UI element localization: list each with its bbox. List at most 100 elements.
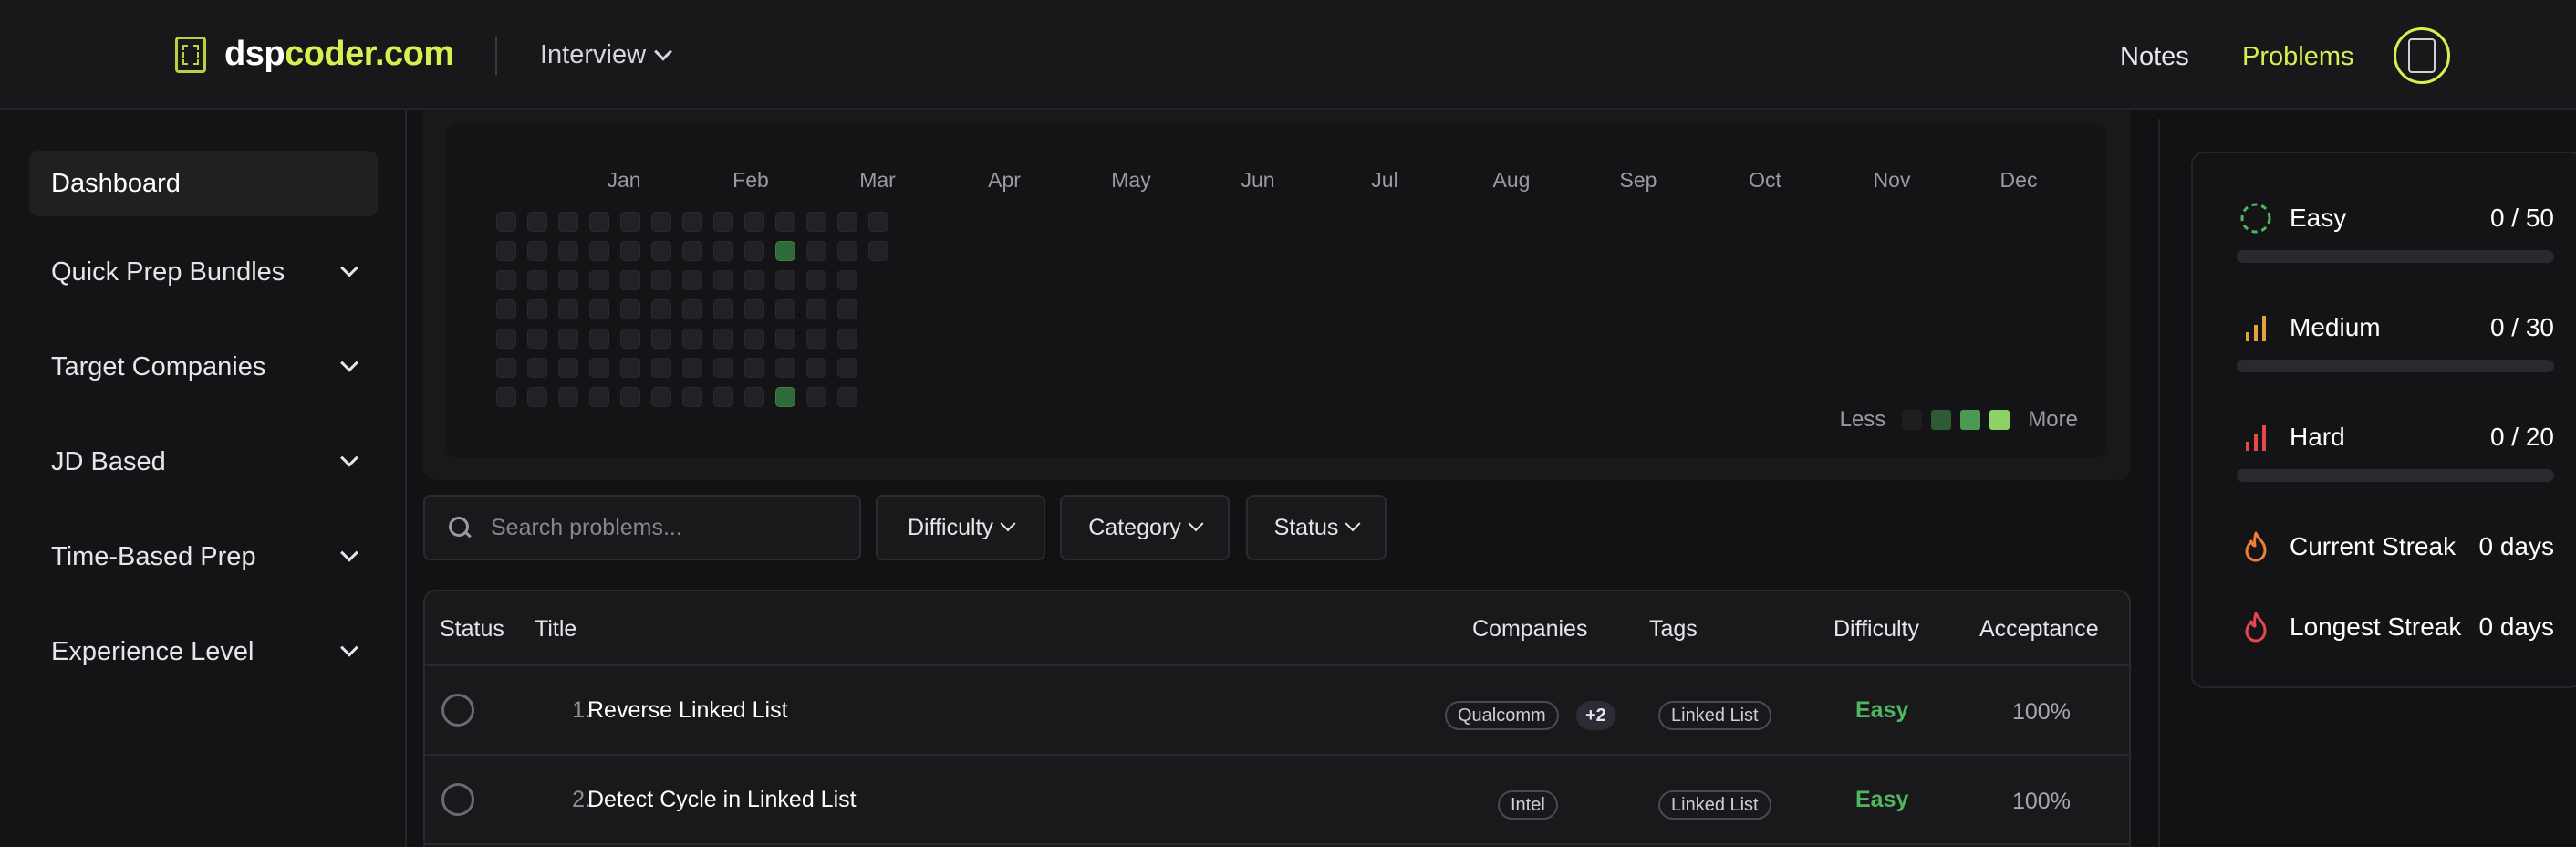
heatmap-cell[interactable] [806, 358, 826, 378]
heatmap-cell[interactable] [496, 387, 516, 407]
problem-title[interactable]: Reverse Linked List [587, 697, 788, 724]
heatmap-cell[interactable] [837, 329, 857, 349]
heatmap-cell[interactable] [651, 329, 671, 349]
heatmap-cell[interactable] [589, 270, 609, 290]
heatmap-cell[interactable] [558, 329, 578, 349]
heatmap-cell[interactable] [868, 241, 888, 261]
table-row[interactable]: 2. Detect Cycle in Linked List Intel Lin… [425, 756, 2129, 845]
heatmap-cell[interactable] [558, 212, 578, 232]
heatmap-cell[interactable] [527, 329, 547, 349]
heatmap-cell[interactable] [775, 212, 795, 232]
heatmap-cell[interactable] [775, 329, 795, 349]
heatmap-cell[interactable] [775, 387, 795, 407]
heatmap-cell[interactable] [744, 329, 764, 349]
heatmap-cell[interactable] [682, 329, 702, 349]
heatmap-cell[interactable] [837, 241, 857, 261]
problem-title[interactable]: Detect Cycle in Linked List [587, 787, 857, 813]
heatmap-cell[interactable] [682, 212, 702, 232]
heatmap-cell[interactable] [558, 270, 578, 290]
heatmap-cell[interactable] [837, 387, 857, 407]
avatar[interactable] [2394, 27, 2450, 84]
heatmap-cell[interactable] [620, 329, 640, 349]
heatmap-cell[interactable] [620, 387, 640, 407]
heatmap-cell[interactable] [558, 241, 578, 261]
heatmap-cell[interactable] [527, 299, 547, 319]
sidebar-item-time-based-prep[interactable]: Time-Based Prep [29, 524, 378, 590]
table-row[interactable]: 1. Reverse Linked List Qualcomm +2 Linke… [425, 666, 2129, 756]
heatmap-cell[interactable] [589, 212, 609, 232]
heatmap-cell[interactable] [713, 241, 733, 261]
heatmap-cell[interactable] [837, 270, 857, 290]
category-filter[interactable]: Category [1060, 495, 1230, 560]
heatmap-cell[interactable] [496, 241, 516, 261]
heatmap-cell[interactable] [775, 358, 795, 378]
heatmap-cell[interactable] [682, 270, 702, 290]
heatmap-cell[interactable] [744, 387, 764, 407]
heatmap-cell[interactable] [496, 212, 516, 232]
heatmap-cell[interactable] [589, 241, 609, 261]
sidebar-item-dashboard[interactable]: Dashboard [29, 151, 378, 216]
heatmap-cell[interactable] [496, 358, 516, 378]
heatmap-cell[interactable] [744, 270, 764, 290]
heatmap-cell[interactable] [527, 241, 547, 261]
heatmap-cell[interactable] [620, 241, 640, 261]
heatmap-cell[interactable] [806, 299, 826, 319]
col-tags[interactable]: Tags [1649, 616, 1698, 643]
search-input[interactable] [491, 514, 837, 541]
sidebar-item-target-companies[interactable]: Target Companies [29, 334, 378, 400]
heatmap-cell[interactable] [713, 212, 733, 232]
mode-dropdown[interactable]: Interview [540, 40, 672, 70]
heatmap-cell[interactable] [558, 358, 578, 378]
col-difficulty[interactable]: Difficulty [1833, 616, 1919, 643]
heatmap-cell[interactable] [496, 329, 516, 349]
heatmap-cell[interactable] [806, 241, 826, 261]
status-filter[interactable]: Status [1246, 495, 1387, 560]
heatmap-cell[interactable] [682, 387, 702, 407]
heatmap-cell[interactable] [806, 329, 826, 349]
heatmap-cell[interactable] [806, 387, 826, 407]
logo[interactable]: dspcoder.com [175, 35, 454, 74]
heatmap-cell[interactable] [589, 387, 609, 407]
col-companies[interactable]: Companies [1472, 616, 1587, 643]
heatmap-cell[interactable] [744, 241, 764, 261]
status-circle-icon[interactable] [441, 783, 474, 816]
heatmap-cell[interactable] [589, 358, 609, 378]
heatmap-cell[interactable] [775, 270, 795, 290]
search-box[interactable] [423, 495, 861, 560]
heatmap-cell[interactable] [713, 358, 733, 378]
heatmap-cell[interactable] [744, 299, 764, 319]
heatmap-cell[interactable] [868, 212, 888, 232]
heatmap-cell[interactable] [527, 212, 547, 232]
heatmap-cell[interactable] [744, 212, 764, 232]
heatmap-cell[interactable] [651, 387, 671, 407]
heatmap-cell[interactable] [837, 212, 857, 232]
heatmap-cell[interactable] [806, 270, 826, 290]
heatmap-cell[interactable] [589, 329, 609, 349]
heatmap-cell[interactable] [713, 387, 733, 407]
heatmap-cell[interactable] [744, 358, 764, 378]
nav-notes-link[interactable]: Notes [2120, 42, 2189, 72]
more-companies-badge[interactable]: +2 [1576, 701, 1615, 730]
heatmap-cell[interactable] [682, 241, 702, 261]
heatmap-cell[interactable] [651, 270, 671, 290]
heatmap-cell[interactable] [620, 299, 640, 319]
col-status[interactable]: Status [440, 616, 504, 643]
heatmap-cell[interactable] [651, 358, 671, 378]
heatmap-cell[interactable] [682, 358, 702, 378]
sidebar-item-experience-level[interactable]: Experience Level [29, 619, 378, 685]
status-circle-icon[interactable] [441, 694, 474, 727]
heatmap-cell[interactable] [651, 299, 671, 319]
heatmap-cell[interactable] [620, 212, 640, 232]
heatmap-cell[interactable] [682, 299, 702, 319]
difficulty-filter[interactable]: Difficulty [876, 495, 1045, 560]
nav-problems-link[interactable]: Problems [2242, 42, 2354, 72]
heatmap-cell[interactable] [651, 212, 671, 232]
heatmap-cell[interactable] [527, 270, 547, 290]
heatmap-cell[interactable] [558, 299, 578, 319]
heatmap-cell[interactable] [496, 270, 516, 290]
sidebar-item-quick-prep-bundles[interactable]: Quick Prep Bundles [29, 239, 378, 305]
heatmap-cell[interactable] [775, 241, 795, 261]
heatmap-cell[interactable] [713, 329, 733, 349]
heatmap-cell[interactable] [837, 358, 857, 378]
heatmap-cell[interactable] [620, 358, 640, 378]
